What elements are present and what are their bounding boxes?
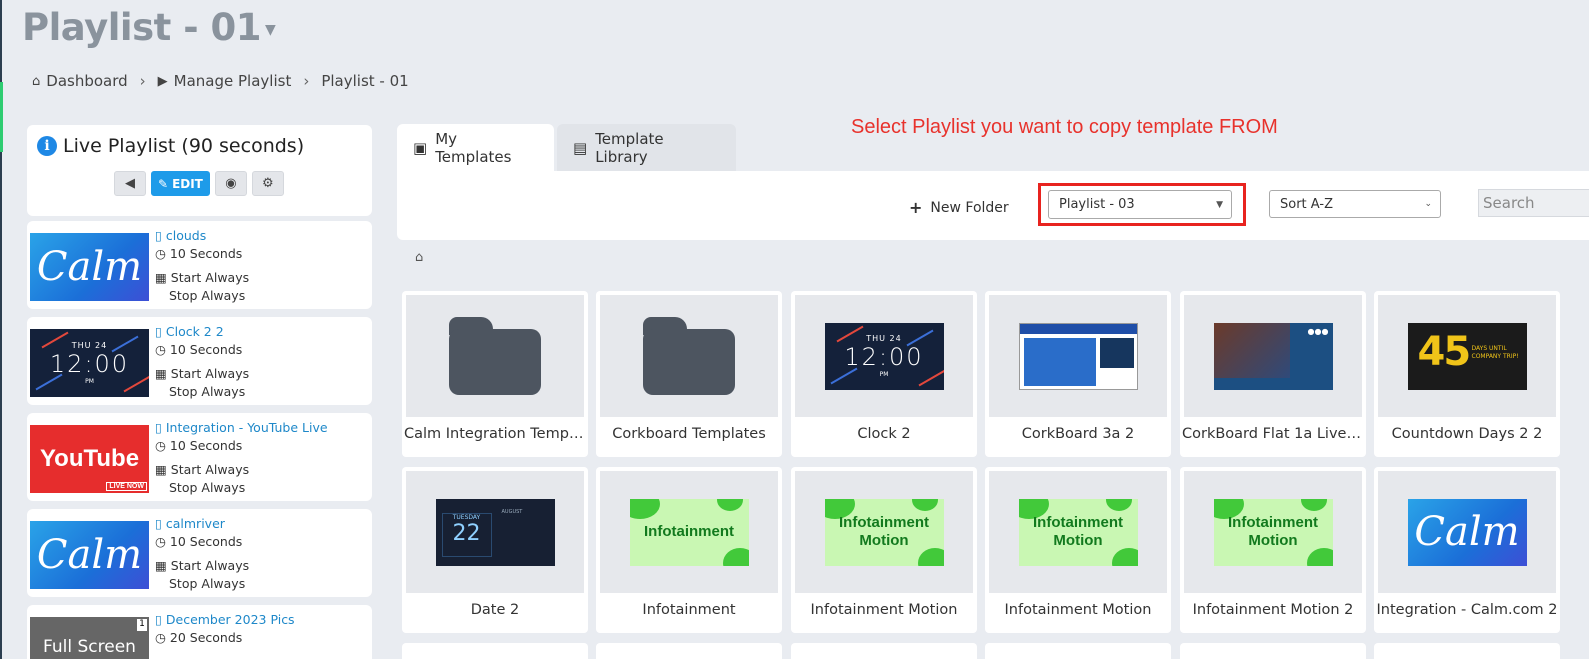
breadcrumb-separator: › [139,72,146,90]
playlist-item[interactable]: THU 24 12:00 PM ▯ Clock 2 2 ◷ 10 Seconds… [27,317,372,405]
chevron-down-icon: ▼ [264,21,276,38]
file-icon: ▯ [155,324,162,339]
playlist-item-name[interactable]: clouds [166,228,206,243]
template-card[interactable]: Calm Integration - Calm.com 2 [1374,467,1560,633]
file-icon: ▯ [155,612,162,627]
template-thumbnail [1018,322,1138,390]
playlist-item[interactable]: YouTube LIVE NOW ▯ Integration - YouTube… [27,413,372,501]
calendar-icon: ▦ [155,270,167,285]
playlist-item-name[interactable]: December 2023 Pics [166,612,295,627]
template-card[interactable]: Infotainment Motion Infotainment Motion … [1180,467,1366,633]
playlist-item-thumbnail: YouTube LIVE NOW [30,425,149,493]
breadcrumb-separator: › [303,72,310,90]
template-card[interactable]: CorkBoard 3a 2 [985,291,1171,457]
playlist-item-name[interactable]: Clock 2 2 [166,324,224,339]
template-thumbnail: Infotainment [629,498,749,566]
template-thumbnail: Calm [1407,498,1527,566]
template-thumbnail: Infotainment Motion [824,498,944,566]
edit-button[interactable]: ✎ EDIT [151,171,210,196]
template-thumbnail: TUESDAY 22 AUGUST [435,498,555,566]
tab-template-library[interactable]: ▤ Template Library [557,124,736,172]
clock-icon: ◷ [155,438,166,453]
page-title[interactable]: Playlist - 01 ▼ [22,6,276,49]
playlist-item-thumbnail: 1 Full Screen [30,617,149,659]
template-card[interactable]: 45 DAYS UNTIL COMPANY TRIP! Countdown Da… [1374,291,1560,457]
briefcase-icon: ▣ [413,139,428,157]
live-playlist-panel: i Live Playlist (90 seconds) ◀ ✎ EDIT ◉ … [27,125,372,216]
file-icon: ▯ [155,420,162,435]
clock-icon: ◷ [155,534,166,549]
folder-icon [449,317,541,395]
calendar-icon: ▦ [155,462,167,477]
new-folder-button[interactable]: + New Folder [909,198,1009,217]
template-card[interactable] [402,643,588,659]
playlist-item-thumbnail: THU 24 12:00 PM [30,329,149,397]
breadcrumb-manage-playlist[interactable]: Manage Playlist [174,72,292,90]
folder-icon [643,317,735,395]
dropdown-arrow-icon: ▼ [1216,199,1223,210]
arrow-left-icon: ◀ [125,176,135,191]
eye-icon: ◉ [225,176,237,191]
template-card[interactable] [791,643,977,659]
template-card[interactable] [1374,643,1560,659]
template-card[interactable]: Calm Integration Template [402,291,588,457]
breadcrumb: ⌂ Dashboard › ▶ Manage Playlist › Playli… [32,72,409,90]
playlist-select[interactable]: Playlist - 03 ▼ [1048,190,1232,219]
book-icon: ▤ [573,139,588,157]
plus-icon: + [909,198,923,217]
settings-button[interactable]: ⚙ [251,171,284,196]
calendar-icon: ▦ [155,366,167,381]
playlist-item[interactable]: 1 Full Screen ▯ December 2023 Pics ◷ 20 … [27,605,372,659]
template-thumbnail: THU 24 12:00 PM [824,322,944,390]
template-card[interactable]: Infotainment Motion Infotainment Motion [985,467,1171,633]
breadcrumb-current: Playlist - 01 [321,72,409,90]
template-card[interactable]: THU 24 12:00 PM Clock 2 [791,291,977,457]
template-thumbnail: Infotainment Motion [1213,498,1333,566]
home-icon: ⌂ [32,73,41,89]
clock-icon: ◷ [155,630,166,645]
tab-my-templates[interactable]: ▣ My Templates [397,124,554,172]
playlist-item-name[interactable]: Integration - YouTube Live [166,420,328,435]
file-icon: ▯ [155,516,162,531]
left-edge-accent [0,82,3,152]
home-icon[interactable]: ⌂ [415,250,423,265]
back-button[interactable]: ◀ [114,171,146,196]
templates-toolbar: + New Folder Playlist - 03 ▼ Sort A-Z ⌄ … [397,171,1589,240]
gears-icon: ⚙ [262,176,274,191]
template-card[interactable]: Infotainment Infotainment [596,467,782,633]
instruction-annotation: Select Playlist you want to copy templat… [851,116,1278,138]
template-card[interactable] [596,643,782,659]
video-icon: ▶ [157,73,168,89]
template-thumbnail: 45 DAYS UNTIL COMPANY TRIP! [1407,322,1527,390]
template-card[interactable] [985,643,1171,659]
clock-icon: ◷ [155,246,166,261]
dropdown-arrow-icon: ⌄ [1424,199,1432,209]
template-card[interactable]: TUESDAY 22 AUGUST Date 2 [402,467,588,633]
breadcrumb-dashboard[interactable]: Dashboard [46,72,127,90]
preview-button[interactable]: ◉ [214,171,247,196]
live-playlist-title: i Live Playlist (90 seconds) [37,135,304,157]
playlist-item[interactable]: Calm ▯ calmriver ◷ 10 Seconds ▦ Start Al… [27,509,372,597]
playlist-item[interactable]: Calm ▯ clouds ◷ 10 Seconds ▦ Start Alway… [27,221,372,309]
template-thumbnail: Infotainment Motion [1018,498,1138,566]
file-icon: ▯ [155,228,162,243]
clock-icon: ◷ [155,342,166,357]
info-icon: i [37,136,57,156]
template-card[interactable]: Infotainment Motion Infotainment Motion [791,467,977,633]
playlist-item-name[interactable]: calmriver [166,516,225,531]
template-thumbnail: ●●● [1213,322,1333,390]
template-card[interactable]: ●●● CorkBoard Flat 1a Live Ne... [1180,291,1366,457]
sort-select[interactable]: Sort A-Z ⌄ [1269,190,1441,218]
calendar-icon: ▦ [155,558,167,573]
playlist-item-thumbnail: Calm [30,233,149,301]
template-card[interactable] [1180,643,1366,659]
playlist-item-thumbnail: Calm [30,521,149,589]
template-card[interactable]: Corkboard Templates [596,291,782,457]
edit-icon: ✎ [158,176,169,191]
search-input[interactable]: Search [1478,189,1589,217]
